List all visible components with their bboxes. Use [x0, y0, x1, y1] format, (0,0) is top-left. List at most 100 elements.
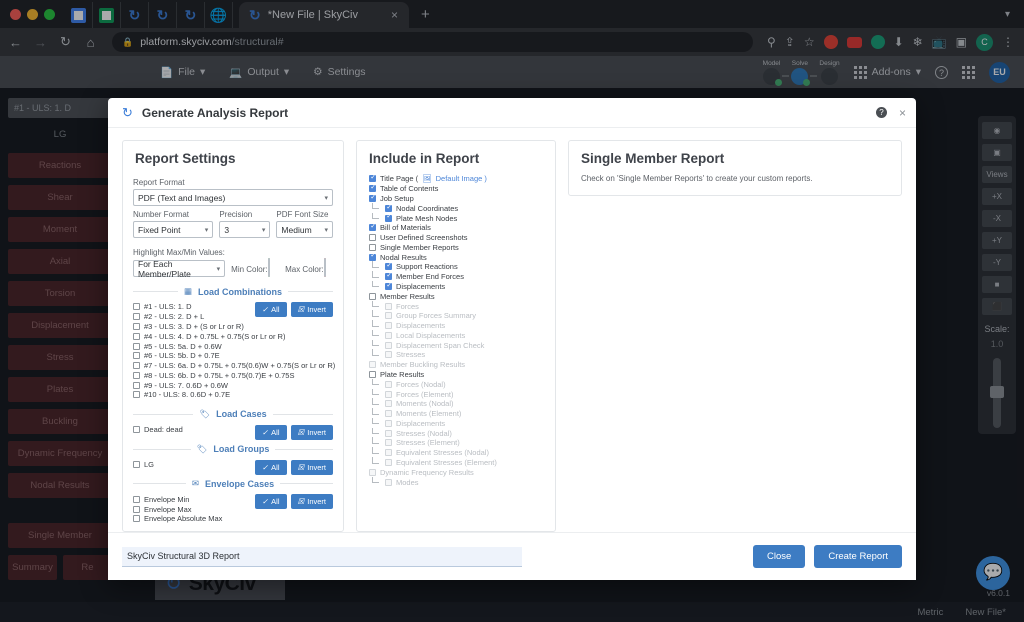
modal-header: ↻ Generate Analysis Report ? × — [108, 98, 916, 128]
include-item-row[interactable]: Displacements — [369, 280, 545, 292]
checkbox[interactable] — [369, 223, 376, 232]
checkbox[interactable] — [369, 371, 376, 379]
checkbox[interactable] — [385, 262, 392, 271]
checkbox[interactable] — [133, 460, 140, 468]
envelope-all-button[interactable]: ✓ All — [254, 494, 287, 510]
load-groups-divider: 🏷 Load Groups — [133, 444, 334, 455]
load-combination-row[interactable]: #5 - ULS: 5a. D + 0.6W — [133, 341, 333, 351]
checkbox[interactable] — [369, 194, 376, 202]
report-format-label: Report Format — [133, 178, 185, 187]
include-item-row[interactable]: Bill of Materials — [369, 223, 545, 233]
invert-icon: ☒ — [297, 305, 305, 314]
checkbox[interactable] — [133, 313, 140, 321]
highlight-select[interactable]: For Each Member/Plate — [133, 259, 226, 279]
checkbox[interactable] — [369, 234, 376, 242]
close-icon[interactable]: × — [899, 106, 906, 120]
include-item-row[interactable]: Job Setup — [369, 194, 545, 204]
table-icon: ▦ — [183, 286, 193, 296]
checkbox — [385, 410, 392, 418]
checkbox[interactable] — [385, 282, 392, 290]
checkbox[interactable] — [133, 495, 140, 503]
include-item-row[interactable]: Nodal Coordinates — [369, 202, 545, 213]
load-combination-row[interactable]: #4 - ULS: 4. D + 0.75L + 0.75(S or Lr or… — [133, 331, 333, 341]
load-combinations-invert-button[interactable]: ☒ Invert — [290, 302, 333, 317]
include-item-row[interactable]: Support Reactions — [369, 261, 545, 272]
include-item-row[interactable]: Table of Contents — [369, 184, 545, 194]
number-format-select[interactable]: Fixed Point — [133, 221, 214, 238]
min-color-swatch[interactable] — [267, 258, 270, 277]
close-button[interactable]: Close — [753, 545, 806, 568]
include-item-row[interactable]: Member End Forces — [369, 271, 545, 282]
invert-icon: ☒ — [297, 427, 305, 437]
load-combination-row[interactable]: #7 - ULS: 6a. D + 0.75L + 0.75(0.6)W + 0… — [133, 361, 335, 371]
checkbox[interactable] — [133, 342, 140, 350]
load-combination-row[interactable]: #9 - ULS: 7. 0.6D + 0.6W — [133, 380, 333, 390]
checkbox[interactable] — [133, 332, 140, 340]
include-item-row: Forces (Element) — [369, 388, 545, 399]
include-item-row[interactable]: Single Member Reports — [369, 242, 545, 252]
checkbox[interactable] — [133, 381, 140, 389]
default-image-link[interactable]: Default Image ) — [436, 174, 487, 183]
checkbox[interactable] — [385, 213, 392, 222]
report-name-input[interactable] — [122, 546, 522, 567]
include-item-row: Equivalent Stresses (Element) — [369, 457, 545, 468]
checkbox[interactable] — [133, 303, 140, 311]
checkbox[interactable] — [369, 292, 376, 300]
include-item-row[interactable]: Plate Results — [369, 370, 545, 380]
report-format-select[interactable]: PDF (Text and Images) — [133, 189, 333, 206]
checkbox[interactable] — [133, 515, 140, 523]
envelope-case-row[interactable]: Envelope Absolute Max — [133, 514, 333, 524]
image-icon: 🖼 — [422, 174, 432, 184]
checkbox[interactable] — [133, 371, 140, 379]
checkbox[interactable] — [369, 243, 376, 251]
tree-connector-icon — [369, 212, 381, 223]
include-item-label: Bill of Materials — [380, 223, 431, 233]
checkbox-label: #8 - ULS: 6b. D + 0.75L + 0.75(0.7)E + 0… — [144, 370, 295, 380]
include-item-label: Single Member Reports — [380, 242, 459, 252]
checkbox[interactable] — [385, 272, 392, 281]
checkbox-label: #5 - ULS: 5a. D + 0.6W — [144, 341, 222, 351]
load-combination-row[interactable]: #3 - ULS: 3. D + (S or Lr or R) — [133, 322, 333, 332]
pdf-font-size-select[interactable]: Medium — [276, 221, 333, 238]
load-combination-row[interactable]: #8 - ULS: 6b. D + 0.75L + 0.75(0.7)E + 0… — [133, 370, 333, 380]
checkbox[interactable] — [133, 322, 140, 330]
include-item-row[interactable]: Nodal Results — [369, 252, 545, 262]
include-item-label: Table of Contents — [380, 184, 439, 194]
checkbox[interactable] — [133, 352, 140, 360]
checkbox — [385, 459, 392, 467]
load-combinations-all-button[interactable]: ✓ All — [254, 302, 287, 317]
include-in-report-panel: Include in Report Title Page ( 🖼 Default … — [356, 140, 556, 532]
precision-select[interactable]: 3 — [219, 221, 271, 238]
checkbox-label: LG — [144, 459, 155, 469]
include-item-row: Stresses (Element) — [369, 437, 545, 448]
include-item-row[interactable]: Member Results — [369, 291, 545, 301]
load-groups-title: Load Groups — [213, 444, 270, 455]
load-combination-row[interactable]: #10 - ULS: 8. 0.6D + 0.7E — [133, 390, 333, 400]
create-report-button[interactable]: Create Report — [814, 545, 902, 568]
report-settings-title: Report Settings — [135, 151, 236, 166]
load-cases-invert-button[interactable]: ☒ Invert — [290, 424, 333, 440]
checkbox[interactable] — [369, 174, 376, 183]
load-cases-all-button[interactable]: ✓ All — [254, 424, 287, 440]
load-groups-invert-button[interactable]: ☒ Invert — [290, 459, 333, 475]
include-item-row[interactable]: User Defined Screenshots — [369, 233, 545, 243]
include-item-row: Stresses — [369, 349, 545, 360]
checkbox[interactable] — [133, 391, 140, 399]
check-icon: ✓ — [261, 305, 269, 314]
checkbox[interactable] — [369, 184, 376, 193]
include-item-row[interactable]: Title Page ( 🖼 Default Image ) — [369, 174, 545, 184]
checkbox[interactable] — [133, 362, 140, 370]
load-groups-all-button[interactable]: ✓ All — [254, 459, 287, 475]
checkbox[interactable] — [133, 505, 140, 513]
checkbox[interactable] — [369, 252, 376, 261]
include-item-row[interactable]: Plate Mesh Nodes — [369, 212, 545, 223]
checkbox[interactable] — [133, 426, 140, 434]
load-combination-row[interactable]: #6 - ULS: 5b. D + 0.7E — [133, 351, 333, 361]
help-icon[interactable]: ? — [875, 107, 887, 118]
envelope-invert-button[interactable]: ☒ Invert — [290, 494, 333, 510]
checkbox[interactable] — [385, 204, 392, 212]
max-color-swatch[interactable] — [323, 258, 326, 277]
tree-connector-icon — [369, 417, 381, 428]
tree-connector-icon — [369, 202, 381, 213]
load-combinations-list: ✓ All ☒ Invert #1 - ULS: 1. D #2 - ULS: 2. … — [133, 302, 335, 400]
